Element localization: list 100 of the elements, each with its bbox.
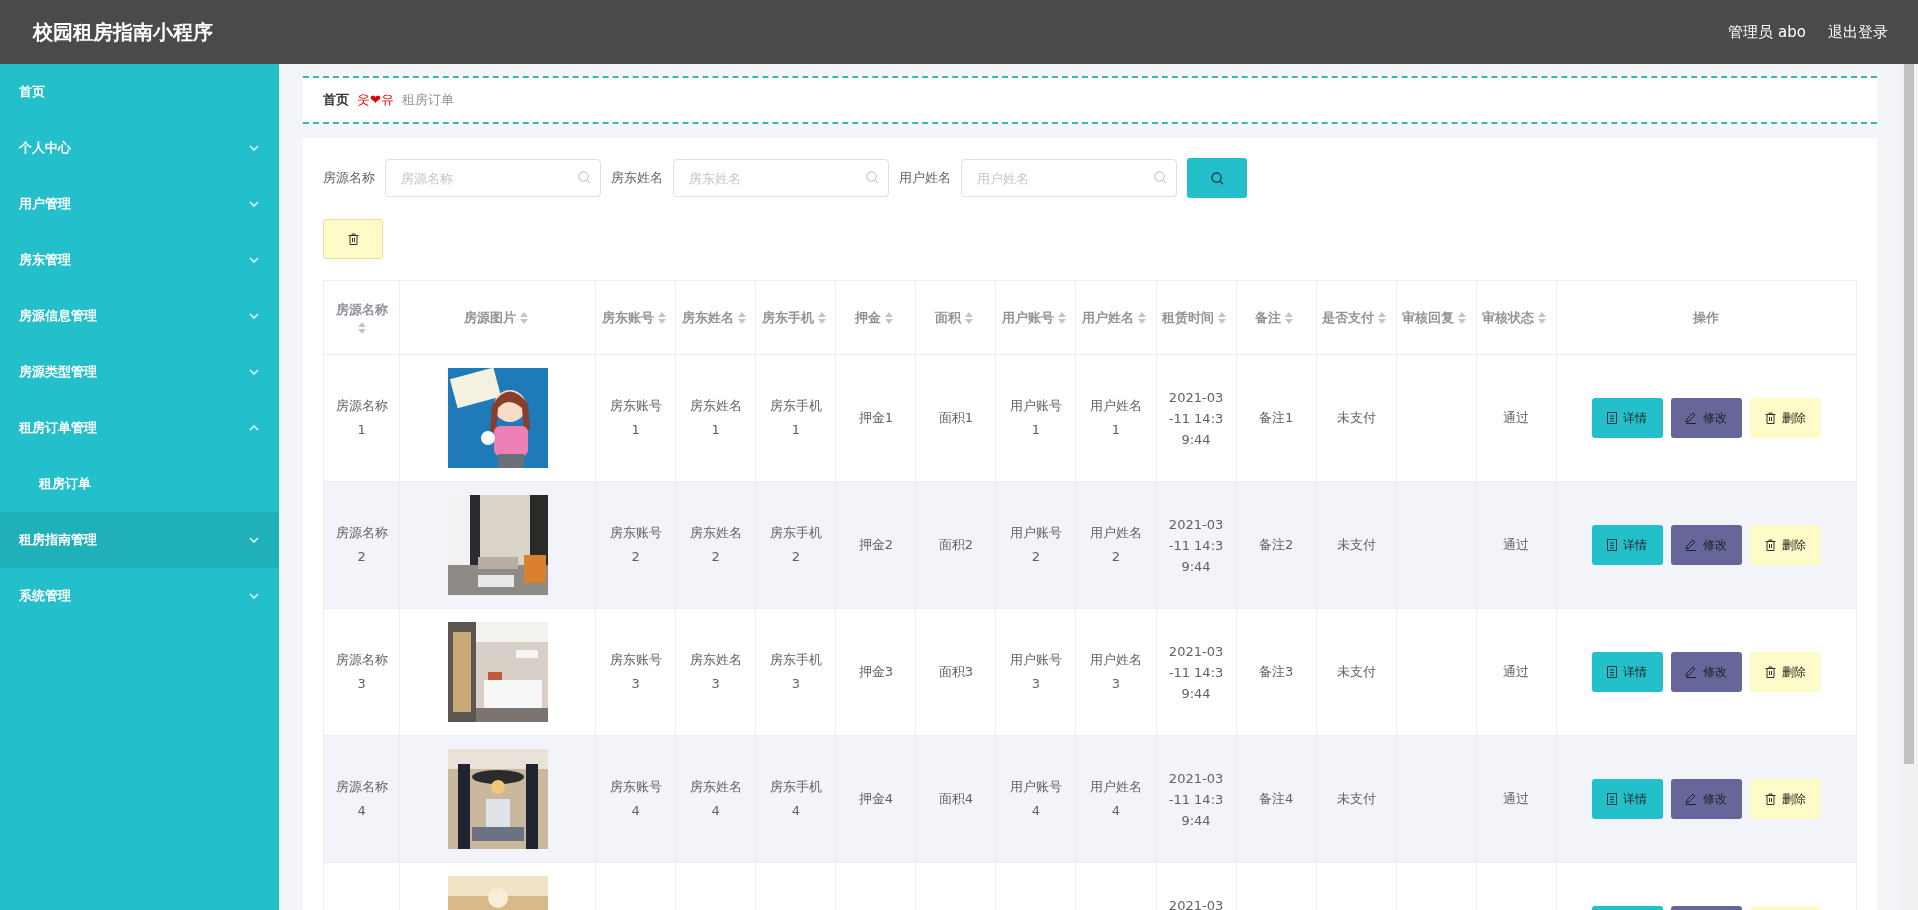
chevron-down-icon: [249, 313, 259, 319]
scrollbar-thumb[interactable]: [1904, 64, 1914, 764]
table-cell: 房东账号2: [595, 481, 676, 609]
logout-link[interactable]: 退出登录: [1828, 22, 1888, 42]
sidebar-item-label: 租房指南管理: [19, 531, 98, 549]
sort-icon[interactable]: [964, 312, 973, 324]
delete-button[interactable]: 删除: [1749, 398, 1821, 438]
sidebar-item[interactable]: 用户管理: [0, 176, 279, 232]
sort-icon[interactable]: [1218, 312, 1226, 324]
table-cell: 房东姓名1: [675, 354, 756, 482]
trash-icon: [1764, 793, 1776, 805]
column-header[interactable]: 房东手机: [755, 280, 836, 355]
sidebar-item[interactable]: 房东管理: [0, 232, 279, 288]
field-label: 用户姓名: [899, 169, 951, 187]
detail-button[interactable]: 详情: [1591, 779, 1663, 819]
document-icon: [1607, 793, 1618, 805]
column-header[interactable]: 租赁时间: [1156, 280, 1237, 355]
table-cell: 面积1: [915, 354, 996, 482]
trash-icon: [1764, 666, 1776, 678]
delete-button[interactable]: 删除: [1749, 525, 1821, 565]
sort-icon[interactable]: [357, 321, 366, 334]
edit-button[interactable]: 修改: [1670, 525, 1742, 565]
column-header[interactable]: 用户账号: [995, 280, 1076, 355]
detail-button[interactable]: 详情: [1591, 525, 1663, 565]
sidebar-item-label: 租房订单: [39, 475, 92, 493]
app-title: 校园租房指南小程序: [33, 18, 214, 46]
pencil-icon: [1685, 539, 1698, 551]
table-cell: 备注4: [1236, 735, 1317, 863]
document-icon: [1607, 539, 1618, 551]
column-header[interactable]: 用户姓名: [1075, 280, 1156, 355]
edit-button[interactable]: 修改: [1670, 398, 1742, 438]
sidebar-item[interactable]: 租房指南管理: [0, 512, 279, 568]
detail-button[interactable]: 详情: [1591, 652, 1663, 692]
document-icon: [1607, 666, 1618, 678]
column-header[interactable]: 审核状态: [1476, 280, 1557, 355]
table-cell: 通过: [1476, 608, 1557, 736]
search-field[interactable]: 房源名称: [385, 159, 601, 197]
sort-icon[interactable]: [1378, 312, 1387, 324]
scrollbar[interactable]: [1900, 64, 1918, 910]
table-cell: 用户姓名2: [1075, 481, 1156, 609]
edit-button[interactable]: 修改: [1670, 779, 1742, 819]
sort-icon[interactable]: [884, 312, 893, 324]
table-cell: 押金3: [835, 608, 916, 736]
table-cell: 2021-03-11 14:39:44: [1156, 481, 1237, 609]
column-header[interactable]: 房源图片: [399, 280, 596, 355]
detail-button[interactable]: 详情: [1591, 398, 1663, 438]
breadcrumb-separator: 웃❤유: [357, 91, 394, 109]
edit-button[interactable]: 修改: [1670, 652, 1742, 692]
table-cell: 房源名称4: [323, 735, 400, 863]
delete-button[interactable]: 删除: [1749, 779, 1821, 819]
sidebar-item[interactable]: 房源类型管理: [0, 344, 279, 400]
column-header[interactable]: 面积: [915, 280, 996, 355]
sort-icon[interactable]: [1458, 312, 1467, 324]
sort-icon[interactable]: [519, 312, 528, 324]
table-cell: 用户账号3: [995, 608, 1076, 736]
sidebar-item[interactable]: 租房订单: [0, 456, 279, 512]
table-cell: 用户姓名4: [1075, 735, 1156, 863]
sort-icon[interactable]: [1285, 312, 1294, 324]
search-button[interactable]: [1187, 158, 1247, 198]
document-icon: [1607, 412, 1618, 424]
table-cell: 房源名称2: [323, 481, 400, 609]
sort-icon[interactable]: [1538, 312, 1547, 324]
column-header[interactable]: 房东姓名: [675, 280, 756, 355]
search-field[interactable]: 用户姓名: [961, 159, 1177, 197]
table-cell: 房东手机4: [755, 735, 836, 863]
table-cell: 未支付: [1316, 481, 1397, 609]
sidebar-item[interactable]: 首页: [0, 64, 279, 120]
sort-icon[interactable]: [1057, 312, 1066, 324]
sort-icon[interactable]: [657, 312, 666, 324]
table-cell: 用户账号4: [995, 735, 1076, 863]
column-header[interactable]: 审核回复: [1396, 280, 1477, 355]
sidebar-item-label: 首页: [19, 83, 46, 101]
delete-button[interactable]: [323, 219, 383, 259]
sidebar-item[interactable]: 个人中心: [0, 120, 279, 176]
table-cell: 押金2: [835, 481, 916, 609]
search-field[interactable]: 房东姓名: [673, 159, 889, 197]
chevron-down-icon: [249, 257, 259, 263]
sort-icon[interactable]: [737, 312, 746, 324]
sidebar-item-label: 用户管理: [19, 195, 72, 213]
column-header[interactable]: 房东账号: [595, 280, 676, 355]
breadcrumb-home[interactable]: 首页: [323, 91, 349, 109]
chevron-down-icon: [249, 593, 259, 599]
chevron-down-icon: [249, 537, 259, 543]
trash-icon: [1764, 539, 1776, 551]
sidebar-item[interactable]: 租房订单管理: [0, 400, 279, 456]
column-header[interactable]: 备注: [1236, 280, 1317, 355]
column-header[interactable]: 押金: [835, 280, 916, 355]
column-header[interactable]: 操作: [1556, 280, 1857, 355]
delete-button[interactable]: 删除: [1749, 652, 1821, 692]
sort-icon[interactable]: [1137, 312, 1146, 324]
column-header[interactable]: 是否支付: [1316, 280, 1397, 355]
table-cell: 通过: [1476, 735, 1557, 863]
table-cell: 房东手机1: [755, 354, 836, 482]
sort-icon[interactable]: [817, 312, 826, 324]
chevron-up-icon: [249, 425, 259, 431]
sidebar-item[interactable]: 房源信息管理: [0, 288, 279, 344]
table-cell: 面积4: [915, 735, 996, 863]
column-header[interactable]: 房源名称: [323, 280, 400, 355]
table-cell: 押金1: [835, 354, 916, 482]
sidebar-item[interactable]: 系统管理: [0, 568, 279, 624]
